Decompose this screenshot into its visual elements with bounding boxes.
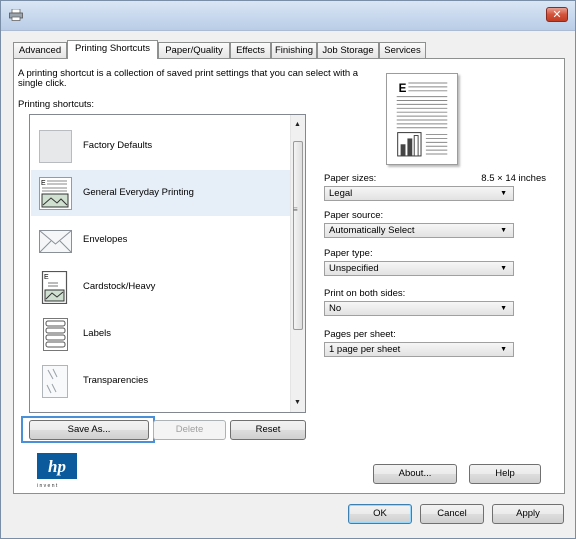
cardstock-icon: E	[41, 271, 68, 304]
hp-tagline: i n v e n t	[37, 483, 58, 489]
paper-sizes-value: Legal	[329, 188, 353, 199]
paper-type-label: Paper type:	[324, 248, 373, 259]
pages-per-sheet-value: 1 page per sheet	[329, 344, 401, 355]
list-item-envelopes[interactable]: Envelopes	[31, 217, 292, 263]
tab-effects[interactable]: Effects	[230, 42, 271, 58]
apply-button[interactable]: Apply	[492, 504, 564, 524]
scroll-up-arrow-icon[interactable]: ▲	[294, 121, 301, 128]
tab-services[interactable]: Services	[379, 42, 426, 58]
list-item-label: Cardstock/Heavy	[83, 281, 156, 292]
printer-icon	[9, 9, 23, 21]
document-landscape-icon: E	[39, 177, 72, 210]
envelope-icon	[39, 230, 72, 253]
hp-logo-mark: hp	[37, 453, 77, 479]
shortcuts-scrollbar[interactable]: ▲ ≡ ▼	[290, 115, 305, 412]
printing-shortcuts-label: Printing shortcuts:	[18, 99, 95, 110]
tab-advanced[interactable]: Advanced	[13, 42, 67, 58]
hp-logo: hp i n v e n t	[37, 453, 77, 489]
ok-button[interactable]: OK	[348, 504, 412, 524]
duplex-value: No	[329, 303, 342, 314]
svg-text:E: E	[41, 180, 46, 187]
chevron-down-icon: ▼	[500, 265, 507, 272]
help-button[interactable]: Help	[469, 464, 541, 484]
chevron-down-icon: ▼	[500, 190, 507, 197]
scroll-down-arrow-icon[interactable]: ▼	[294, 399, 301, 406]
paper-type-value: Unspecified	[329, 263, 379, 274]
paper-source-value: Automatically Select	[329, 225, 415, 236]
paper-sizes-label: Paper sizes:	[324, 173, 377, 184]
duplex-select[interactable]: No ▼	[324, 301, 514, 316]
hp-logo-text: hp	[48, 457, 66, 476]
chevron-down-icon: ▼	[500, 346, 507, 353]
close-icon: ✕	[552, 8, 562, 21]
paper-sizes-select[interactable]: Legal ▼	[324, 186, 514, 201]
list-item-label: Factory Defaults	[83, 140, 153, 151]
transparency-icon	[42, 365, 68, 398]
about-button[interactable]: About...	[373, 464, 457, 484]
save-as-button[interactable]: Save As...	[29, 420, 149, 440]
list-item-transparencies[interactable]: Transparencies	[31, 358, 292, 404]
labels-icon	[43, 318, 68, 351]
print-properties-window: ✕ Advanced Printing Shortcuts Paper/Qual…	[0, 0, 576, 539]
list-item-labels[interactable]: Labels	[31, 311, 292, 357]
page-preview: E	[386, 73, 458, 165]
title-bar: ✕	[1, 1, 575, 31]
paper-source-select[interactable]: Automatically Select ▼	[324, 223, 514, 238]
paper-source-label: Paper source:	[324, 210, 384, 221]
shortcuts-list[interactable]: Factory Defaults E General Everyday Prin…	[29, 114, 306, 413]
pages-per-sheet-label: Pages per sheet:	[324, 329, 396, 340]
list-item-label: Envelopes	[83, 234, 128, 245]
tab-finishing[interactable]: Finishing	[271, 42, 317, 58]
shortcut-description: A printing shortcut is a collection of s…	[18, 68, 359, 89]
blank-page-icon	[39, 130, 72, 163]
delete-button[interactable]: Delete	[153, 420, 226, 440]
close-button[interactable]: ✕	[546, 7, 568, 22]
tab-paper-quality[interactable]: Paper/Quality	[158, 42, 230, 58]
tab-job-storage[interactable]: Job Storage	[317, 42, 379, 58]
reset-button[interactable]: Reset	[230, 420, 306, 440]
chevron-down-icon: ▼	[500, 305, 507, 312]
duplex-label: Print on both sides:	[324, 288, 406, 299]
chevron-down-icon: ▼	[500, 227, 507, 234]
scrollbar-thumb[interactable]	[293, 141, 303, 330]
cancel-button[interactable]: Cancel	[420, 504, 484, 524]
list-item-general-everyday-printing[interactable]: E General Everyday Printing	[31, 170, 292, 216]
list-item-label: Labels	[83, 328, 111, 339]
list-item-factory-defaults[interactable]: Factory Defaults	[31, 123, 292, 169]
list-item-cardstock-heavy[interactable]: E Cardstock/Heavy	[31, 264, 292, 310]
svg-text:E: E	[44, 274, 49, 281]
list-item-label: Transparencies	[83, 375, 149, 386]
tab-printing-shortcuts[interactable]: Printing Shortcuts	[67, 40, 158, 59]
svg-text:E: E	[399, 82, 407, 95]
scrollbar-grip-icon: ≡	[293, 205, 298, 214]
list-item-label: General Everyday Printing	[83, 187, 194, 198]
paper-sizes-dimensions: 8.5 × 14 inches	[481, 173, 546, 184]
pages-per-sheet-select[interactable]: 1 page per sheet ▼	[324, 342, 514, 357]
paper-type-select[interactable]: Unspecified ▼	[324, 261, 514, 276]
